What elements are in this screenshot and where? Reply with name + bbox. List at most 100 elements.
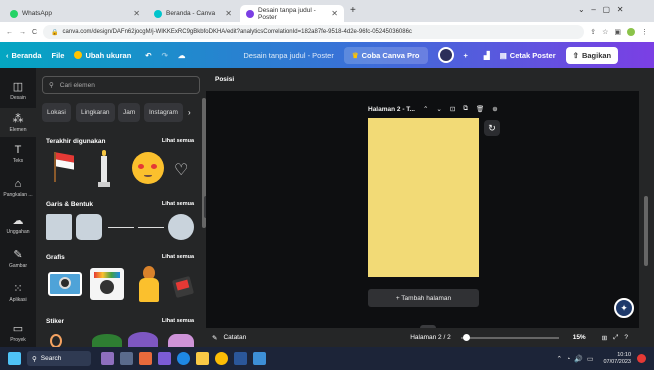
close-icon[interactable]: ✕ [225, 9, 232, 18]
window-controls[interactable]: ⌄ – ▢ ✕ [578, 5, 623, 14]
reload-icon[interactable]: C [32, 29, 37, 36]
refresh-ai-button[interactable]: ↻ [484, 120, 500, 136]
windows-start-icon[interactable] [8, 352, 21, 365]
heart-outline-sticker[interactable]: ♡ [174, 160, 188, 180]
see-all-graphics[interactable]: Lihat semua [162, 254, 194, 260]
close-icon[interactable]: ✕ [331, 9, 338, 18]
grid-view-icon[interactable]: ⊞ [602, 334, 607, 342]
see-all-stickers[interactable]: Lihat semua [162, 318, 194, 324]
taskbar-search[interactable]: ⚲ Search [27, 351, 91, 366]
try-pro-button[interactable]: ♛ Coba Canva Pro [343, 46, 428, 64]
chip-instagram[interactable]: Instagram [144, 103, 183, 122]
file-explorer-icon[interactable] [196, 352, 209, 365]
circle-shape[interactable] [168, 214, 194, 240]
see-all-recent[interactable]: Lihat semua [162, 138, 194, 144]
vertical-scrollbar[interactable] [639, 68, 654, 328]
rail-item-projects[interactable]: ▭ Proyek [0, 322, 36, 343]
rail-item-brand[interactable]: ⌂ Pangkalan ... [0, 178, 36, 198]
forward-icon[interactable]: → [19, 29, 26, 36]
see-all-lines[interactable]: Lihat semua [162, 201, 194, 207]
rail-item-uploads[interactable]: ☁ Unggahan [0, 214, 36, 235]
rail-item-design[interactable]: ◫ Desain [0, 80, 36, 101]
duplicate-icon[interactable]: ⧉ [463, 105, 468, 113]
line-shape[interactable] [108, 227, 134, 228]
sticker-umbrella[interactable] [128, 332, 158, 347]
profile-avatar[interactable] [627, 28, 635, 36]
zoom-slider-thumb[interactable] [462, 333, 470, 341]
tab-canva-design[interactable]: Desain tanpa judul - Poster ✕ [240, 5, 344, 22]
flag-sticker[interactable] [50, 150, 76, 182]
add-page-button[interactable]: + Tambah halaman [368, 289, 479, 307]
magic-assistant-button[interactable]: ✦ [614, 298, 634, 318]
share-button[interactable]: ⇧ Bagikan [565, 46, 619, 64]
cloud-save-icon[interactable]: ☁ [178, 51, 186, 60]
word-icon[interactable] [234, 352, 247, 365]
monument-sticker[interactable] [98, 150, 110, 188]
tab-canva-home[interactable]: Beranda - Canva ✕ [148, 5, 238, 22]
file-menu-button[interactable]: File [52, 51, 65, 60]
emoji-sticker[interactable] [132, 152, 164, 184]
insights-icon[interactable]: ▟ [484, 51, 490, 60]
back-icon[interactable]: ← [6, 29, 13, 36]
teams-icon[interactable] [158, 352, 171, 365]
close-icon[interactable]: ✕ [133, 9, 140, 18]
rounded-square-shape[interactable] [76, 214, 102, 240]
undo-icon[interactable]: ↶ [145, 51, 151, 60]
help-icon[interactable]: ? [624, 334, 628, 341]
square-shape[interactable] [46, 214, 72, 240]
trash-icon[interactable]: 🗑 [476, 105, 484, 113]
search-elements-field[interactable]: ⚲ Cari elemen [42, 76, 200, 94]
app-icon[interactable] [139, 352, 152, 365]
add-people-icon[interactable]: + [464, 51, 468, 60]
sticker-ring[interactable] [50, 334, 62, 347]
share-page-icon[interactable]: ⇪ [590, 28, 596, 36]
tab-whatsapp[interactable]: WhatsApp ✕ [4, 5, 146, 22]
tray-icons[interactable]: ⌃ ◔ 🔊 ▭ [556, 355, 593, 363]
chrome-icon[interactable] [215, 352, 228, 365]
notification-icon[interactable] [637, 354, 646, 363]
arrow-line-shape[interactable] [138, 227, 164, 228]
zoom-value[interactable]: 15% [573, 334, 586, 341]
new-tab-icon[interactable]: + [350, 5, 356, 16]
lock-icon[interactable]: ⊡ [450, 105, 455, 113]
bookmark-icon[interactable]: ☆ [602, 28, 608, 36]
design-page[interactable] [368, 118, 479, 277]
sticker-tree[interactable] [92, 334, 122, 347]
rail-item-apps[interactable]: ⁙ Aplikasi [0, 282, 36, 303]
notes-icon[interactable]: ✎ [212, 334, 217, 342]
rail-item-elements[interactable]: ⁂ Elemen [0, 108, 36, 137]
add-page-icon[interactable]: ⊕ [492, 105, 497, 113]
menu-icon[interactable]: ⋮ [641, 28, 648, 36]
redo-icon[interactable]: ↷ [162, 51, 168, 60]
photographer-graphic[interactable] [136, 266, 162, 302]
resize-button[interactable]: Ubah ukuran [74, 51, 131, 60]
sticker-flower[interactable] [168, 334, 194, 347]
zoom-slider[interactable] [460, 333, 559, 341]
rail-item-draw[interactable]: ✎ Gambar [0, 248, 36, 269]
page-counter[interactable]: Halaman 2 / 2 [410, 334, 450, 341]
url-field[interactable]: 🔒 canva.com/design/DAFn62jocgM/j-WIKKExR… [43, 25, 585, 39]
rail-item-text[interactable]: T Teks [0, 144, 36, 164]
task-view-icon[interactable] [120, 352, 133, 365]
design-title[interactable]: Desain tanpa judul - Poster [243, 51, 333, 60]
position-button[interactable]: Posisi [215, 76, 234, 83]
home-button[interactable]: ‹ Beranda [6, 51, 42, 60]
chevron-down-icon[interactable]: ⌄ [436, 105, 441, 113]
page-title[interactable]: Halaman 2 - T... [368, 106, 415, 113]
edge-icon[interactable] [177, 352, 190, 365]
extensions-icon[interactable]: ▣ [614, 28, 621, 36]
print-poster-button[interactable]: ▤ Cetak Poster [500, 51, 556, 60]
chip-location[interactable]: Lokasi [42, 103, 71, 122]
photo-stack-graphic[interactable] [171, 275, 195, 299]
fullscreen-icon[interactable]: ⤢ [613, 334, 618, 342]
chip-clock[interactable]: Jam [118, 103, 141, 122]
camera-graphic[interactable] [48, 272, 82, 296]
chevron-up-icon[interactable]: ⌃ [423, 105, 428, 113]
photos-icon[interactable] [253, 352, 266, 365]
polaroid-graphic[interactable] [90, 268, 124, 300]
chip-circle[interactable]: Lingkaran [76, 103, 115, 122]
notes-button[interactable]: Catatan [223, 334, 246, 341]
weather-icon[interactable] [101, 352, 114, 365]
clock[interactable]: 10:10 07/07/2023 [603, 352, 631, 366]
scrollbar-thumb[interactable] [644, 196, 648, 266]
